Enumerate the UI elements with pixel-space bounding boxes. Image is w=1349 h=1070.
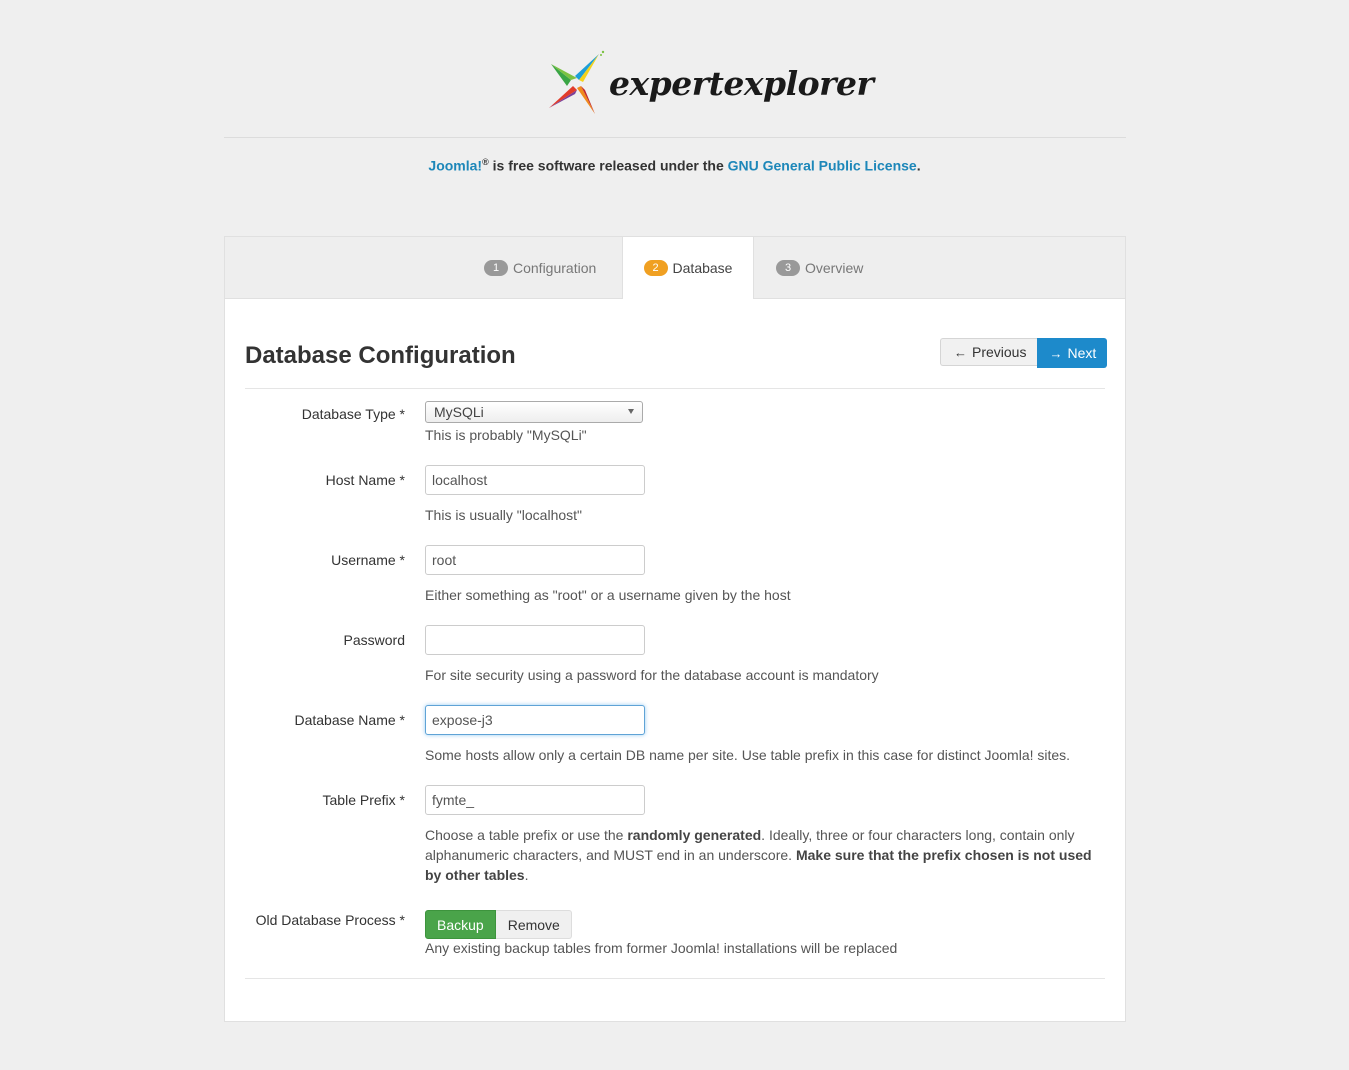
previous-label: Previous xyxy=(972,344,1027,360)
old-db-process-help: Any existing backup tables from former J… xyxy=(425,940,898,956)
remove-button[interactable]: Remove xyxy=(495,910,572,939)
arrow-left-icon: ← xyxy=(954,344,967,360)
password-input[interactable] xyxy=(425,625,645,655)
old-db-process-toggle: Backup Remove xyxy=(425,910,572,939)
previous-button[interactable]: ← Previous xyxy=(940,338,1038,366)
database-name-label: Database Name * xyxy=(294,712,405,728)
password-label: Password xyxy=(343,632,405,648)
next-label: Next xyxy=(1067,345,1097,361)
license-period: . xyxy=(916,157,921,174)
tab-database[interactable]: 2 Database xyxy=(622,237,754,299)
arrow-right-icon: → xyxy=(1049,345,1063,361)
username-help: Either something as "root" or a username… xyxy=(425,587,791,603)
old-db-process-label: Old Database Process * xyxy=(255,912,405,928)
step-tabs: 1 Configuration 2 Database 3 Overview xyxy=(225,237,1125,299)
license-notice: Joomla!® is free software released under… xyxy=(0,157,1349,174)
step-number-badge: 1 xyxy=(484,259,508,276)
logo[interactable]: expertexplorer xyxy=(547,48,874,118)
table-prefix-input[interactable] xyxy=(425,785,645,815)
table-prefix-label: Table Prefix * xyxy=(322,792,405,808)
backup-button[interactable]: Backup xyxy=(425,910,496,939)
next-button[interactable]: → Next xyxy=(1037,338,1108,368)
tab-label: Configuration xyxy=(513,259,597,276)
tab-label: Overview xyxy=(805,259,864,276)
bottom-divider xyxy=(245,978,1105,979)
tab-label: Database xyxy=(672,260,733,276)
page-title: Database Configuration xyxy=(245,342,516,369)
table-prefix-help: Choose a table prefix or use the randoml… xyxy=(425,825,1095,885)
chevron-down-icon xyxy=(628,409,634,414)
step-number-badge: 2 xyxy=(643,260,668,276)
header: expertexplorer xyxy=(224,0,1126,138)
db-type-label: Database Type * xyxy=(301,406,405,422)
prefix-help-bold: randomly generated xyxy=(627,827,762,843)
database-name-input[interactable] xyxy=(425,705,645,735)
registered-mark: ® xyxy=(482,157,489,167)
gpl-link[interactable]: GNU General Public License xyxy=(728,158,917,174)
username-label: Username * xyxy=(331,552,405,568)
password-help: For site security using a password for t… xyxy=(425,667,879,683)
prefix-help-text: . xyxy=(524,867,529,883)
step-navigation: ← Previous → Next xyxy=(940,338,1108,368)
db-type-value: MySQLi xyxy=(434,404,484,420)
tab-overview[interactable]: 3 Overview xyxy=(776,237,863,298)
host-name-input[interactable] xyxy=(425,465,645,495)
host-name-label: Host Name * xyxy=(325,472,405,488)
tab-configuration[interactable]: 1 Configuration xyxy=(484,237,596,298)
host-name-help: This is usually "localhost" xyxy=(425,507,583,523)
database-name-help: Some hosts allow only a certain DB name … xyxy=(425,747,1071,763)
prefix-help-text: Choose a table prefix or use the xyxy=(425,827,628,843)
expertexplorer-logo-icon xyxy=(549,50,605,114)
joomla-link[interactable]: Joomla! xyxy=(428,158,482,174)
logo-text: expertexplorer xyxy=(609,63,874,103)
title-divider xyxy=(245,388,1105,389)
license-text: is free software released under the xyxy=(488,157,728,174)
step-number-badge: 3 xyxy=(776,259,800,276)
install-panel: 1 Configuration 2 Database 3 Overview Da… xyxy=(224,236,1126,1022)
db-type-select[interactable]: MySQLi xyxy=(425,401,643,423)
db-type-help: This is probably "MySQLi" xyxy=(425,427,587,443)
username-input[interactable] xyxy=(425,545,645,575)
